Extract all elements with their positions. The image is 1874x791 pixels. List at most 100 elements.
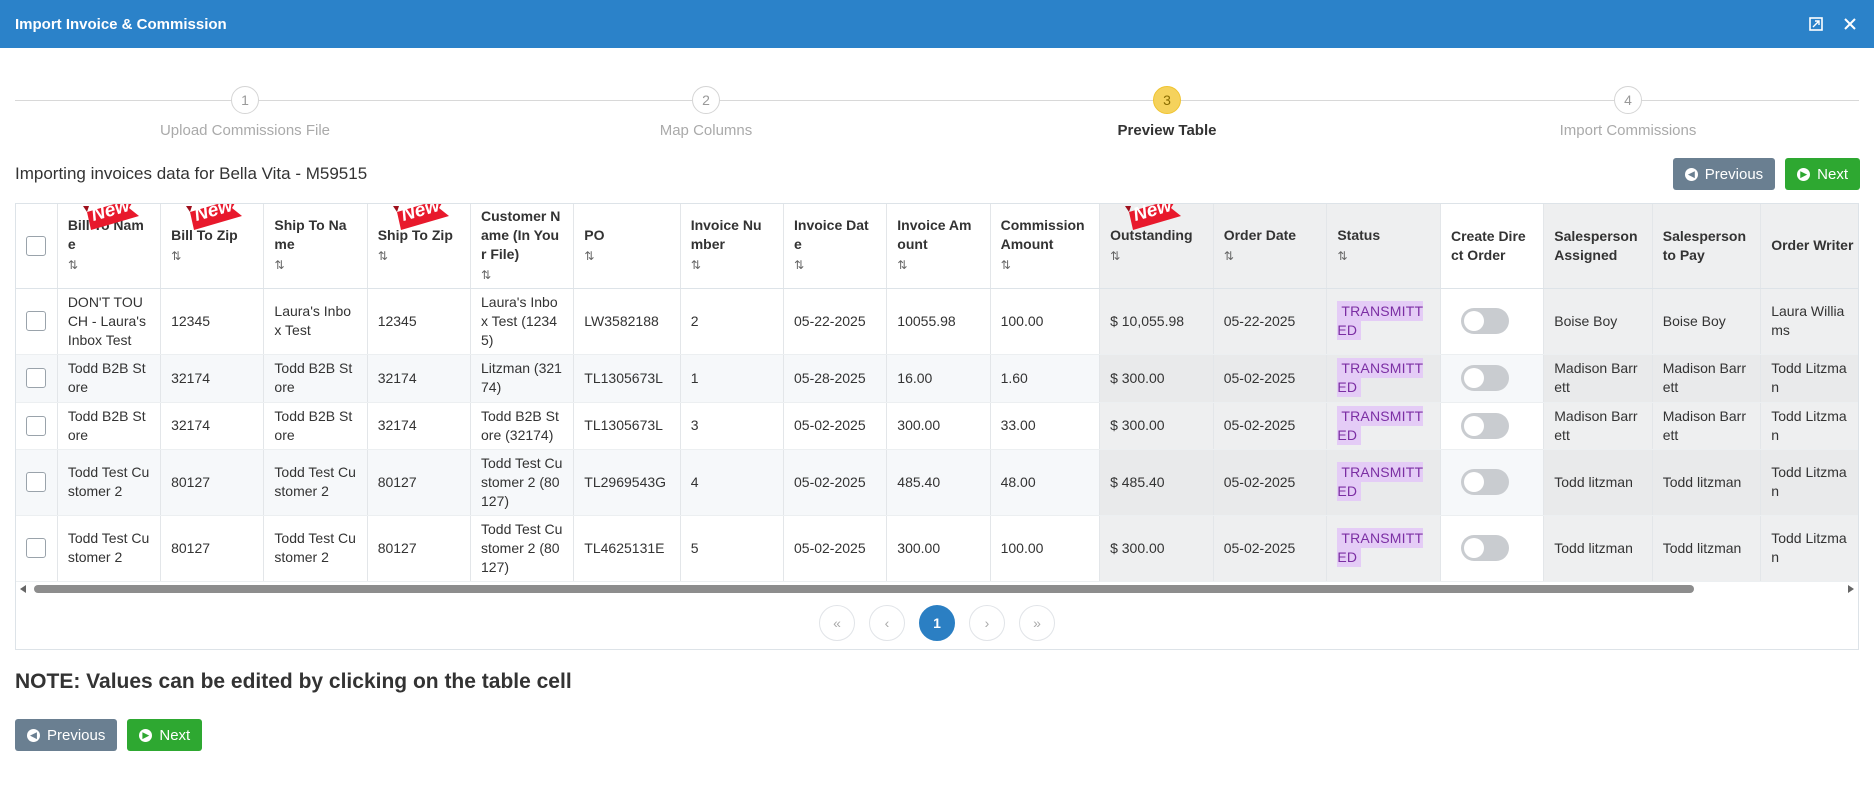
cell-po[interactable]: TL2969543G — [573, 449, 681, 516]
cell-invoice-date[interactable]: 05-02-2025 — [783, 449, 888, 516]
cell-order-writer[interactable]: Todd Litzman — [1760, 402, 1858, 450]
cell-order-date[interactable]: 05-02-2025 — [1213, 515, 1328, 582]
cell-salesperson-assigned[interactable]: Todd litzman — [1543, 515, 1653, 582]
cell-ship-to-zip[interactable]: 80127 — [367, 449, 472, 516]
cell-outstanding[interactable]: $ 300.00 — [1099, 515, 1214, 582]
cell-po[interactable]: TL4625131E — [573, 515, 681, 582]
sort-icon[interactable]: ⇅ — [378, 247, 460, 266]
cell-outstanding[interactable]: $ 300.00 — [1099, 402, 1214, 450]
column-header-order-date[interactable]: Order Date ⇅ — [1213, 204, 1328, 289]
column-header-bill-to-zip[interactable]: Bill To Zip ⇅ New — [160, 204, 265, 289]
cell-invoice-number[interactable]: 2 — [680, 288, 785, 355]
cell-bill-to-zip[interactable]: 32174 — [160, 354, 265, 403]
cell-salesperson-to-pay[interactable]: Madison Barrett — [1652, 402, 1762, 450]
cell-customer-name[interactable]: Todd Test Customer 2 (80127) — [470, 515, 575, 582]
cell-outstanding[interactable]: $ 300.00 — [1099, 354, 1214, 403]
sort-icon[interactable]: ⇅ — [274, 256, 356, 275]
cell-order-date[interactable]: 05-02-2025 — [1213, 449, 1328, 516]
cell-salesperson-assigned[interactable]: Madison Barrett — [1543, 402, 1653, 450]
column-header-create-direct-order[interactable]: Create Direct Order — [1440, 204, 1545, 289]
cell-bill-to-zip[interactable]: 32174 — [160, 402, 265, 450]
cell-invoice-amount[interactable]: 10055.98 — [886, 288, 991, 355]
cell-bill-to-name[interactable]: Todd Test Customer 2 — [57, 515, 162, 582]
cell-bill-to-zip[interactable]: 80127 — [160, 515, 265, 582]
cell-ship-to-zip[interactable]: 12345 — [367, 288, 472, 355]
cell-ship-to-zip[interactable]: 80127 — [367, 515, 472, 582]
previous-button-bottom[interactable]: ◀ Previous — [15, 719, 118, 751]
last-page-button[interactable]: » — [1019, 605, 1055, 641]
cell-bill-to-name[interactable]: Todd Test Customer 2 — [57, 449, 162, 516]
cell-salesperson-to-pay[interactable]: Todd litzman — [1652, 449, 1762, 516]
cell-salesperson-to-pay[interactable]: Boise Boy — [1652, 288, 1762, 355]
cell-po[interactable]: LW3582188 — [573, 288, 681, 355]
cell-bill-to-zip[interactable]: 80127 — [160, 449, 265, 516]
cell-invoice-number[interactable]: 5 — [680, 515, 785, 582]
cell-status[interactable]: TRANSMITTED — [1326, 354, 1441, 403]
cell-customer-name[interactable]: Laura's Inbox Test (12345) — [470, 288, 575, 355]
first-page-button[interactable]: « — [819, 605, 855, 641]
column-header-salesperson-to-pay[interactable]: Salesperson to Pay — [1652, 204, 1762, 289]
column-header-outstanding[interactable]: Outstanding ⇅ New — [1099, 204, 1214, 289]
cell-order-writer[interactable]: Todd Litzman — [1760, 449, 1858, 516]
cell-invoice-amount[interactable]: 485.40 — [886, 449, 991, 516]
row-checkbox[interactable] — [26, 538, 47, 558]
sort-icon[interactable]: ⇅ — [1224, 247, 1317, 266]
create-direct-order-toggle[interactable] — [1460, 535, 1509, 561]
cell-salesperson-assigned[interactable]: Boise Boy — [1543, 288, 1653, 355]
cell-ship-to-zip[interactable]: 32174 — [367, 402, 472, 450]
cell-ship-to-name[interactable]: Todd B2B Store — [263, 402, 368, 450]
cell-salesperson-to-pay[interactable]: Todd litzman — [1652, 515, 1762, 582]
cell-invoice-number[interactable]: 1 — [680, 354, 785, 403]
cell-salesperson-to-pay[interactable]: Madison Barrett — [1652, 354, 1762, 403]
cell-bill-to-name[interactable]: Todd B2B Store — [57, 354, 162, 403]
maximize-button[interactable] — [1807, 15, 1825, 33]
sort-icon[interactable]: ⇅ — [1337, 247, 1430, 266]
scrollbar-thumb[interactable] — [34, 585, 1694, 593]
sort-icon[interactable]: ⇅ — [584, 247, 669, 266]
column-header-invoice-date[interactable]: Invoice Date ⇅ — [783, 204, 888, 289]
create-direct-order-toggle[interactable] — [1460, 365, 1509, 391]
column-header-invoice-number[interactable]: Invoice Number ⇅ — [680, 204, 785, 289]
page-button-current[interactable]: 1 — [919, 605, 955, 641]
sort-icon[interactable]: ⇅ — [171, 247, 253, 266]
cell-order-date[interactable]: 05-02-2025 — [1213, 354, 1328, 403]
sort-icon[interactable]: ⇅ — [691, 256, 773, 275]
cell-ship-to-name[interactable]: Todd B2B Store — [263, 354, 368, 403]
row-checkbox[interactable] — [26, 415, 47, 436]
prev-page-button[interactable]: ‹ — [869, 605, 905, 641]
cell-invoice-amount[interactable]: 16.00 — [886, 354, 991, 403]
cell-ship-to-name[interactable]: Todd Test Customer 2 — [263, 449, 368, 516]
previous-button-top[interactable]: ◀ Previous — [1672, 158, 1776, 190]
cell-invoice-amount[interactable]: 300.00 — [886, 402, 991, 450]
cell-bill-to-zip[interactable]: 12345 — [160, 288, 265, 355]
cell-order-date[interactable]: 05-02-2025 — [1213, 402, 1328, 450]
column-header-customer-name[interactable]: Customer Name (In Your File) ⇅ — [470, 204, 575, 289]
column-header-ship-to-name[interactable]: Ship To Name ⇅ — [263, 204, 368, 289]
create-direct-order-toggle[interactable] — [1460, 412, 1509, 439]
select-all-checkbox[interactable] — [26, 235, 47, 256]
sort-icon[interactable]: ⇅ — [1001, 256, 1090, 275]
close-button[interactable] — [1841, 15, 1859, 33]
next-button-bottom[interactable]: ▶ Next — [127, 719, 203, 751]
create-direct-order-toggle[interactable] — [1460, 469, 1509, 495]
cell-order-writer[interactable]: Todd Litzman — [1760, 354, 1858, 403]
row-checkbox[interactable] — [26, 368, 47, 388]
cell-invoice-date[interactable]: 05-28-2025 — [783, 354, 888, 403]
sort-icon[interactable]: ⇅ — [481, 266, 563, 285]
sort-icon[interactable]: ⇅ — [897, 256, 979, 275]
row-checkbox[interactable] — [26, 311, 47, 331]
table-scroll-area[interactable]: Bill To Name ⇅ New Bill To Zip ⇅ New Ship To N… — [16, 204, 1858, 582]
cell-order-writer[interactable]: Laura Williams — [1760, 288, 1858, 355]
cell-po[interactable]: TL1305673L — [573, 402, 681, 450]
sort-icon[interactable]: ⇅ — [1110, 247, 1203, 266]
cell-order-date[interactable]: 05-22-2025 — [1213, 288, 1328, 355]
cell-invoice-date[interactable]: 05-02-2025 — [783, 515, 888, 582]
cell-bill-to-name[interactable]: DON'T TOUCH - Laura's Inbox Test — [57, 288, 162, 355]
cell-invoice-date[interactable]: 05-02-2025 — [783, 402, 888, 450]
column-header-ship-to-zip[interactable]: Ship To Zip ⇅ New — [367, 204, 472, 289]
next-button-top[interactable]: ▶ Next — [1785, 158, 1860, 190]
cell-ship-to-zip[interactable]: 32174 — [367, 354, 472, 403]
cell-invoice-number[interactable]: 4 — [680, 449, 785, 516]
scroll-right-icon[interactable] — [1848, 585, 1854, 593]
column-header-salesperson-assigned[interactable]: Salesperson Assigned — [1543, 204, 1653, 289]
